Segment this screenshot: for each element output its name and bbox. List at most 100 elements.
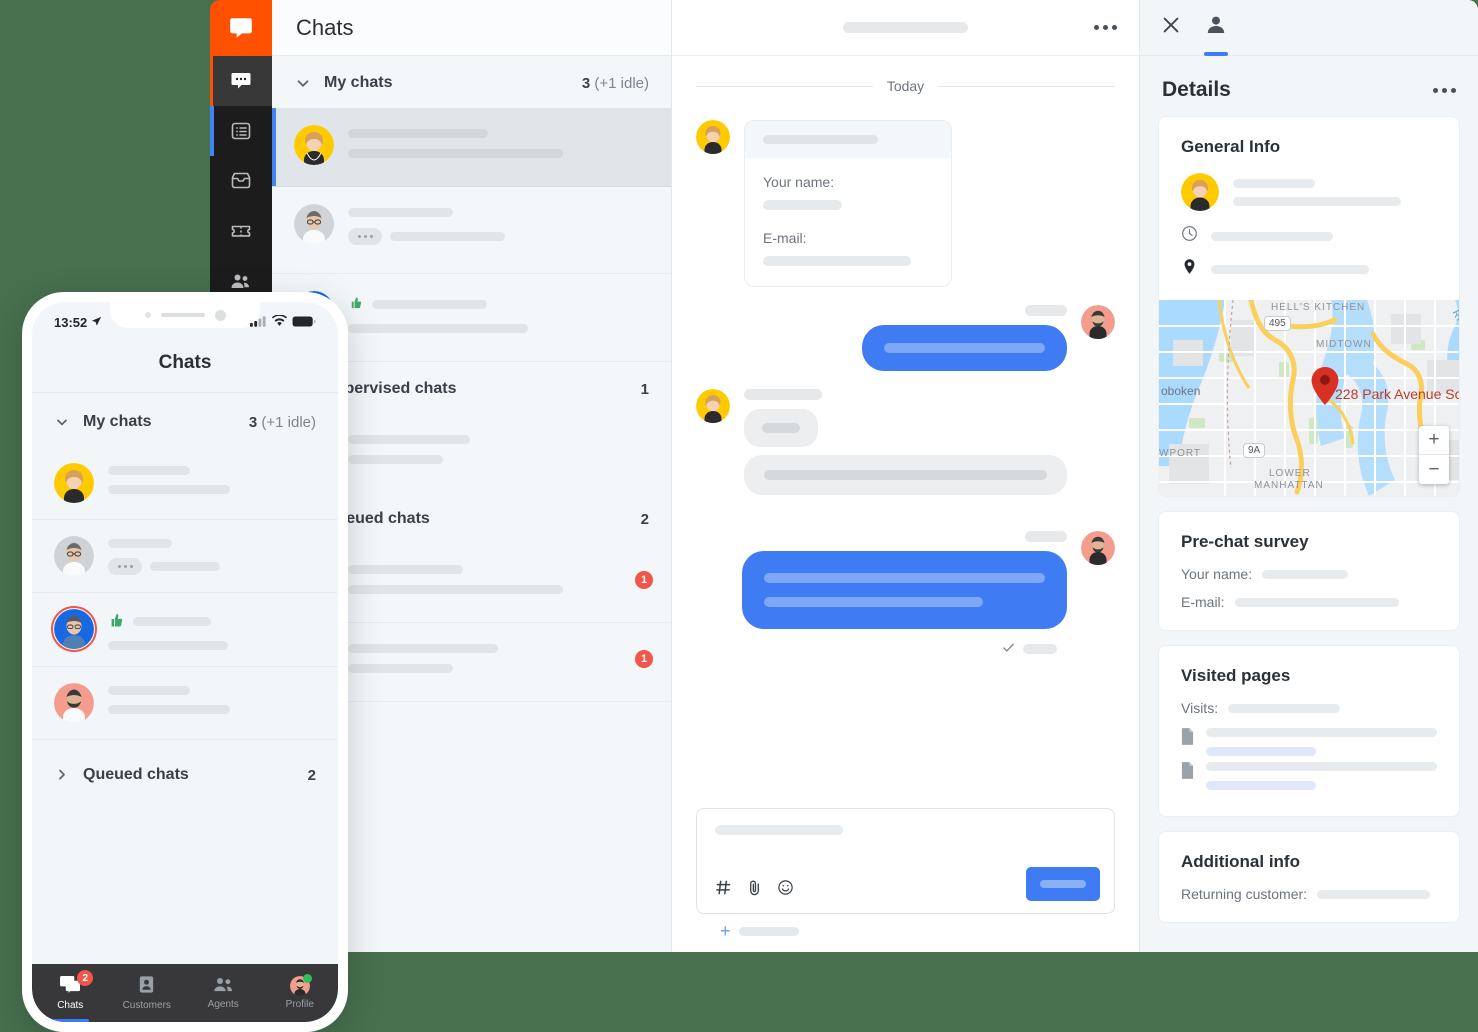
livechat-logo-icon[interactable] <box>210 0 272 56</box>
clock-icon <box>1181 225 1198 247</box>
details-tabs <box>1140 0 1478 56</box>
location-arrow-icon <box>91 315 102 330</box>
message-outgoing <box>696 305 1115 371</box>
tab-customers[interactable]: Customers <box>109 964 186 1022</box>
livechat-app-window: Chats My chats 3 (+1 idle) Supervised ch… <box>210 0 1478 952</box>
map-route-shield: 495 <box>1264 316 1291 331</box>
sidebar-item-inbox[interactable] <box>210 156 272 206</box>
conversation-header <box>672 0 1139 56</box>
map-zoom-controls[interactable]: + − <box>1419 426 1449 484</box>
row-preview-lines <box>348 561 621 605</box>
tab-chats[interactable]: 2 Chats <box>32 964 109 1022</box>
tab-label: Profile <box>285 999 314 1010</box>
map-zoom-in-button[interactable]: + <box>1419 426 1449 455</box>
card-additional-info: Additional info Returning customer: <box>1158 831 1460 923</box>
section-idle-value: (+1 idle) <box>261 413 316 431</box>
map-label: MIDTOWN <box>1316 339 1372 350</box>
phone-section-queued-chats[interactable]: Queued chats 2 <box>32 740 338 800</box>
section-my-chats[interactable]: My chats 3 (+1 idle) <box>272 56 671 108</box>
avatar <box>1081 531 1115 565</box>
list-item[interactable] <box>32 667 338 740</box>
battery-icon <box>292 315 316 330</box>
map-label: oboken <box>1161 384 1201 398</box>
unread-badge: 1 <box>635 650 653 668</box>
list-item[interactable] <box>1181 728 1437 756</box>
table-row[interactable] <box>272 187 671 274</box>
sidebar-item-tickets[interactable] <box>210 206 272 256</box>
row-preview-lines <box>108 683 316 714</box>
sidebar-item-archives[interactable] <box>210 106 272 156</box>
phone-status-bar: 13:52 <box>32 302 338 342</box>
more-horizontal-icon[interactable] <box>1433 87 1456 93</box>
paperclip-icon[interactable] <box>746 879 763 899</box>
avatar <box>54 463 94 503</box>
message-bubble <box>744 455 1067 495</box>
map-zoom-out-button[interactable]: − <box>1419 455 1449 484</box>
list-item[interactable] <box>32 593 338 667</box>
typing-indicator-icon <box>108 558 142 575</box>
avatar <box>51 606 97 652</box>
card-title: Visited pages <box>1181 666 1291 685</box>
cellular-signal-icon <box>250 315 267 330</box>
plus-icon[interactable]: + <box>720 922 731 940</box>
field-label: E-mail: <box>1181 594 1225 610</box>
add-label-placeholder <box>738 926 799 936</box>
document-icon <box>1181 728 1194 750</box>
message-timestamp-placeholder <box>744 389 822 400</box>
day-separator: Today <box>696 78 1116 94</box>
prechat-email-label: E-mail: <box>763 230 807 246</box>
prechat-name-label: Your name: <box>763 174 835 190</box>
section-label: My chats <box>83 413 152 430</box>
avatar <box>1181 173 1219 211</box>
online-status-dot <box>302 974 312 983</box>
customer-location-map[interactable]: HELL'S KITCHEN MIDTOWN oboken WPORT LOWE… <box>1159 300 1459 496</box>
composer-placeholder <box>715 825 843 835</box>
hash-icon[interactable] <box>715 879 732 899</box>
thumbs-up-icon <box>108 612 124 631</box>
list-item[interactable] <box>32 447 338 520</box>
emoji-icon[interactable] <box>777 879 794 899</box>
card-general-info: General Info HELL'S KITCHEN MIDTOWN obok… <box>1158 116 1460 497</box>
map-label: WPORT <box>1159 448 1202 459</box>
table-row[interactable] <box>272 108 671 187</box>
more-horizontal-icon[interactable] <box>1094 25 1117 30</box>
details-title-row: Details <box>1140 56 1478 116</box>
field-label: Returning customer: <box>1181 886 1308 902</box>
chat-list-title: Chats <box>272 0 671 56</box>
message-bubble <box>744 409 818 447</box>
tab-profile[interactable]: Profile <box>262 964 339 1022</box>
section-idle-value: (+1 idle) <box>594 74 649 92</box>
row-preview-lines <box>108 609 316 650</box>
message-composer[interactable] <box>696 808 1115 914</box>
send-button[interactable] <box>1026 867 1100 901</box>
list-item[interactable] <box>32 520 338 593</box>
card-title: General Info <box>1181 137 1281 156</box>
section-label: Queued chats <box>83 766 189 783</box>
list-item[interactable] <box>1181 762 1437 790</box>
message-timestamp-placeholder <box>1025 531 1067 542</box>
map-address-label: 228 Park Avenue South <box>1335 386 1459 402</box>
conversation-panel: Today Your name: E-mail: + <box>672 0 1140 952</box>
sidebar-item-chats[interactable] <box>210 56 272 106</box>
close-panel-button[interactable] <box>1160 0 1182 56</box>
section-count-value: 2 <box>307 766 316 784</box>
avatar <box>294 125 334 165</box>
chevron-down-icon <box>54 414 70 430</box>
checkmark-icon <box>1002 641 1015 657</box>
details-panel: Details General Info HELL'S KITCHEN MIDT… <box>1140 0 1478 952</box>
field-label: Your name: <box>1181 566 1253 582</box>
row-preview-lines <box>348 291 653 344</box>
message-outgoing <box>696 531 1115 629</box>
message-timestamp-placeholder <box>1025 305 1067 316</box>
message-list: Today Your name: E-mail: <box>672 56 1139 808</box>
section-count-value: 3 <box>248 413 258 431</box>
phone-section-my-chats[interactable]: My chats 3 (+1 idle) <box>32 393 338 447</box>
row-preview-lines <box>108 536 316 575</box>
tab-agents[interactable]: Agents <box>185 964 262 1022</box>
status-time: 13:52 <box>54 314 88 330</box>
add-attachment-row[interactable]: + <box>696 914 1115 940</box>
tab-label: Agents <box>207 999 239 1010</box>
section-count-value: 2 <box>640 510 649 528</box>
tab-customer-details[interactable] <box>1204 0 1228 56</box>
close-icon <box>1160 14 1182 41</box>
